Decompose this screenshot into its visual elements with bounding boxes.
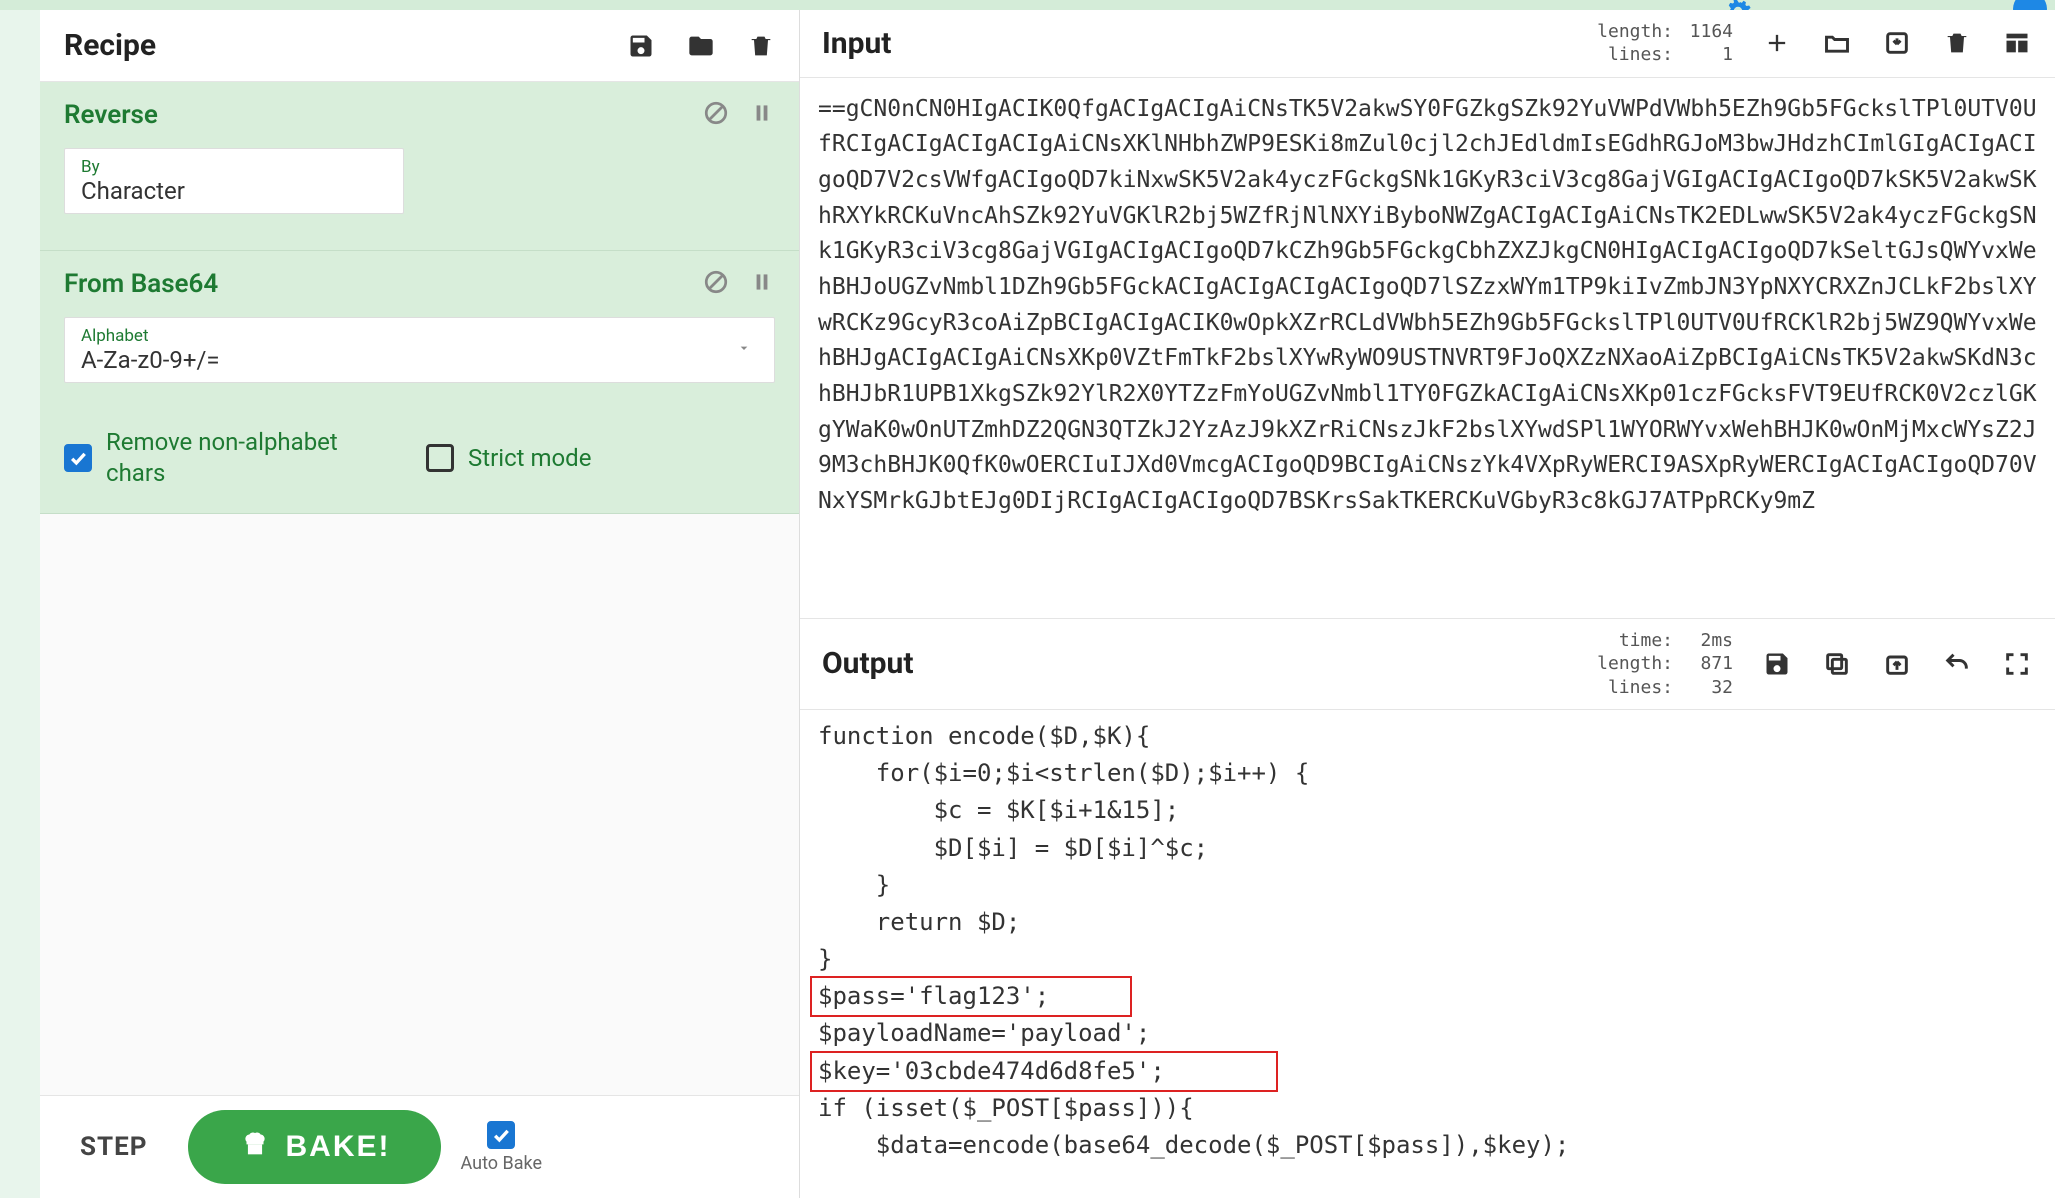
step-button[interactable]: STEP [60,1118,168,1176]
disable-icon[interactable] [703,100,729,130]
add-input-icon[interactable] [1761,27,1793,59]
checkbox-icon [64,444,92,472]
undo-icon[interactable] [1941,648,1973,680]
operation-title: Reverse [64,100,703,130]
disable-icon[interactable] [703,269,729,299]
save-recipe-icon[interactable] [625,30,657,62]
recipe-footer: STEP BAKE! Auto Bake [40,1095,799,1198]
open-file-icon[interactable] [1881,27,1913,59]
arg-alphabet[interactable]: Alphabet A-Za-z0-9+/= [64,317,775,383]
clear-input-icon[interactable] [1941,27,1973,59]
recipe-title: Recipe [64,28,625,63]
checkbox-icon [487,1121,515,1149]
operation-from-base64: From Base64 Alphabet A-Za- [40,251,799,514]
pause-icon[interactable] [749,269,775,299]
output-title: Output [822,646,1593,681]
operation-reverse: Reverse By Character [40,82,799,251]
input-area[interactable]: ==gCN0nCN0HIgACIK0QfgACIgACIgAiCNsTK5V2a… [800,78,2055,618]
chevron-down-icon[interactable] [730,340,758,360]
operation-title: From Base64 [64,269,703,299]
bake-button[interactable]: BAKE! [188,1110,441,1184]
checkbox-remove-non-alphabet[interactable]: Remove non-alphabet chars [64,427,386,489]
copy-output-icon[interactable] [1821,648,1853,680]
arg-by[interactable]: By Character [64,148,404,214]
input-stats: length:1164 lines:1 [1593,20,1733,67]
pause-icon[interactable] [749,100,775,130]
input-header: Input length:1164 lines:1 [800,10,2055,78]
maximize-icon[interactable] [2001,648,2033,680]
chef-icon [238,1126,272,1168]
save-output-icon[interactable] [1761,648,1793,680]
recipe-panel: Recipe Reverse [40,10,800,1198]
checkbox-icon [426,444,454,472]
trash-icon[interactable] [745,30,777,62]
input-text: ==gCN0nCN0HIgACIK0QfgACIgACIgAiCNsTK5V2a… [800,78,2055,618]
move-output-icon[interactable] [1881,648,1913,680]
open-folder-icon[interactable] [1821,27,1853,59]
autobake-toggle[interactable]: Auto Bake [461,1121,543,1174]
output-header: Output time:2ms length:871 lines:32 [800,618,2055,710]
folder-icon[interactable] [685,30,717,62]
recipe-operations-list: Reverse By Character [40,82,799,1095]
output-text: function encode($D,$K){ for($i=0;$i<strl… [800,710,2055,1172]
output-stats: time:2ms length:871 lines:32 [1593,629,1733,699]
output-area[interactable]: function encode($D,$K){ for($i=0;$i<strl… [800,710,2055,1198]
checkbox-strict-mode[interactable]: Strict mode [426,443,591,474]
recipe-header: Recipe [40,10,799,82]
input-title: Input [822,26,1593,61]
tabs-icon[interactable] [2001,27,2033,59]
